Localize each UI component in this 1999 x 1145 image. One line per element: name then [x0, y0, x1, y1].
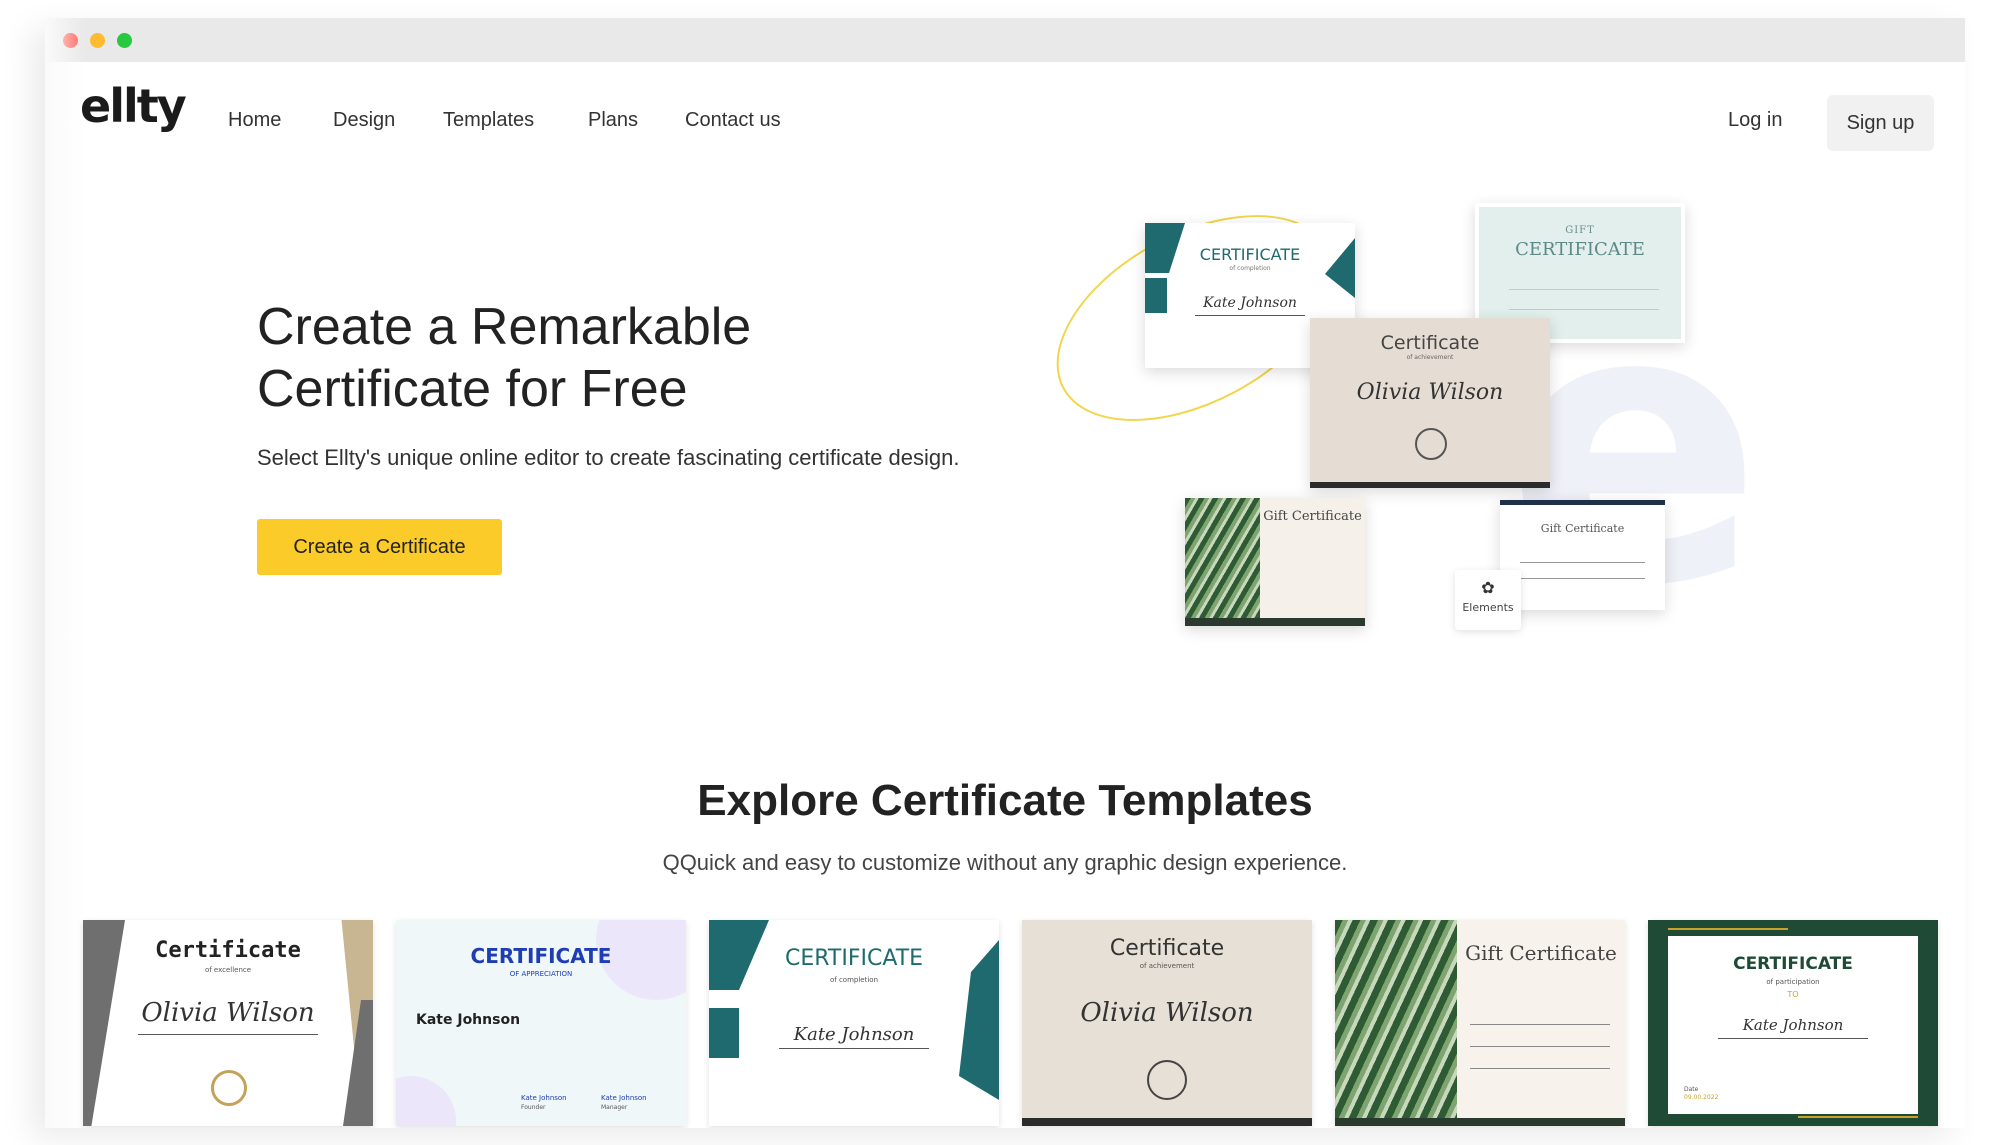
- template-card-participation[interactable]: CERTIFICATE of participation TO Kate Joh…: [1648, 920, 1938, 1126]
- elements-badge[interactable]: ✿ Elements: [1455, 570, 1521, 630]
- browser-chrome: [45, 18, 1965, 62]
- card-line: [1195, 315, 1305, 316]
- card-name: Kate Johnson: [1203, 295, 1297, 311]
- nav-link-plans[interactable]: Plans: [588, 109, 638, 132]
- template-line: [1718, 1038, 1868, 1039]
- template-title: Gift Certificate: [1465, 941, 1617, 965]
- login-link[interactable]: Log in: [1728, 109, 1783, 132]
- template-sub: of participation: [1766, 978, 1820, 986]
- template-line: [138, 1034, 318, 1035]
- collage-card-gift-plain: Gift Certificate: [1500, 500, 1665, 610]
- template-footer-bar: [1022, 1118, 1312, 1126]
- template-footer-bar: [1335, 1118, 1625, 1126]
- elements-label: Elements: [1462, 601, 1514, 614]
- template-sub: of completion: [829, 976, 879, 984]
- template-card-gift[interactable]: Gift Certificate: [1335, 920, 1625, 1126]
- top-navigation: ellty Home Design Templates Plans Contac…: [45, 62, 1965, 148]
- nav-link-contact-us[interactable]: Contact us: [685, 109, 781, 132]
- template-sub: of achievement: [1139, 962, 1195, 970]
- card-title: Gift Certificate: [1263, 509, 1362, 524]
- card-title: Gift Certificate: [1540, 522, 1625, 535]
- template-date-value: 09.00.2022: [1684, 1094, 1719, 1101]
- card-sub: of completion: [1229, 265, 1271, 272]
- certificate-collage: e GIFT CERTIFICATE CERTIFICATE of comple…: [1022, 172, 1765, 638]
- side-shadow: [45, 18, 85, 1128]
- card-title: CERTIFICATE: [1199, 245, 1301, 264]
- card-line: [1520, 562, 1645, 563]
- award-seal-icon: [211, 1070, 247, 1106]
- template-line: [1470, 1046, 1610, 1047]
- card-top-bar: [1500, 500, 1665, 505]
- gold-line: [1798, 1116, 1918, 1118]
- template-role-2: Manager: [601, 1104, 628, 1111]
- nav-link-design[interactable]: Design: [333, 109, 395, 132]
- hero-title-line1: Create a Remarkable: [257, 298, 752, 356]
- template-title: CERTIFICATE: [1733, 954, 1853, 974]
- palm-leaf-image: [1185, 498, 1260, 618]
- hero-title: Create a Remarkable Certificate for Free: [257, 296, 907, 420]
- template-name: Olivia Wilson: [141, 998, 315, 1028]
- zoom-window-icon[interactable]: [117, 33, 132, 48]
- gold-line: [1668, 928, 1788, 930]
- template-signature-1: Kate Johnson: [521, 1094, 567, 1102]
- signup-button[interactable]: Sign up: [1827, 95, 1934, 151]
- template-card-achievement[interactable]: Certificate of achievement Olivia Wilson: [1022, 920, 1312, 1126]
- template-date-label: Date: [1684, 1086, 1699, 1093]
- browser-window: ellty Home Design Templates Plans Contac…: [45, 18, 1965, 1128]
- minimize-window-icon[interactable]: [90, 33, 105, 48]
- template-name: Olivia Wilson: [1080, 998, 1254, 1028]
- template-to-label: TO: [1787, 990, 1799, 999]
- template-title: Certificate: [155, 938, 301, 963]
- lavender-circle: [396, 1076, 456, 1126]
- collage-card-achievement: Certificate of achievement Olivia Wilson: [1310, 318, 1550, 488]
- card-line: [1509, 309, 1659, 310]
- ellty-logo[interactable]: ellty: [80, 79, 187, 133]
- card-title: Certificate: [1380, 332, 1480, 354]
- template-line: [1470, 1068, 1610, 1069]
- hero-subtitle: Select Ellty's unique online editor to c…: [257, 445, 960, 470]
- card-line: [1520, 578, 1645, 579]
- template-signature-2: Kate Johnson: [601, 1094, 647, 1102]
- card-line: [1509, 289, 1659, 290]
- template-sub: of excellence: [204, 966, 252, 974]
- template-card-excellence[interactable]: Certificate of excellence Olivia Wilson: [83, 920, 373, 1126]
- template-title: CERTIFICATE: [784, 946, 924, 971]
- emblem-icon: [1415, 428, 1447, 460]
- nav-link-templates[interactable]: Templates: [443, 109, 534, 132]
- template-name: Kate Johnson: [416, 1012, 521, 1028]
- template-card-appreciation[interactable]: CERTIFICATE OF APPRECIATION Kate Johnson…: [396, 920, 686, 1126]
- hero-title-line2: Certificate for Free: [257, 360, 688, 418]
- elements-icon: ✿: [1481, 578, 1495, 597]
- collage-card-gift-palm: Gift Certificate: [1185, 498, 1365, 626]
- template-title: Certificate: [1109, 936, 1225, 961]
- template-name: Kate Johnson: [1742, 1016, 1844, 1034]
- template-line: [779, 1048, 929, 1049]
- template-sub: OF APPRECIATION: [509, 970, 573, 978]
- card-title: CERTIFICATE: [1515, 239, 1645, 260]
- palm-leaf-image: [1335, 920, 1457, 1118]
- create-certificate-button[interactable]: Create a Certificate: [257, 519, 502, 575]
- card-title-top: GIFT: [1565, 225, 1595, 236]
- template-name: Kate Johnson: [793, 1024, 915, 1045]
- template-line: [1470, 1024, 1610, 1025]
- emblem-icon: [1147, 1060, 1187, 1100]
- template-card-completion[interactable]: CERTIFICATE of completion Kate Johnson: [709, 920, 999, 1126]
- card-sub: of achievement: [1406, 354, 1454, 361]
- card-name: Olivia Wilson: [1356, 380, 1504, 405]
- card-footer-bar: [1310, 482, 1550, 488]
- template-role-1: Founder: [521, 1104, 546, 1111]
- template-title: CERTIFICATE: [470, 944, 612, 968]
- nav-link-home[interactable]: Home: [228, 109, 281, 132]
- templates-section-subtitle: QQuick and easy to customize without any…: [662, 850, 1348, 875]
- card-footer-bar: [1185, 618, 1365, 626]
- templates-section-title: Explore Certificate Templates: [697, 776, 1313, 825]
